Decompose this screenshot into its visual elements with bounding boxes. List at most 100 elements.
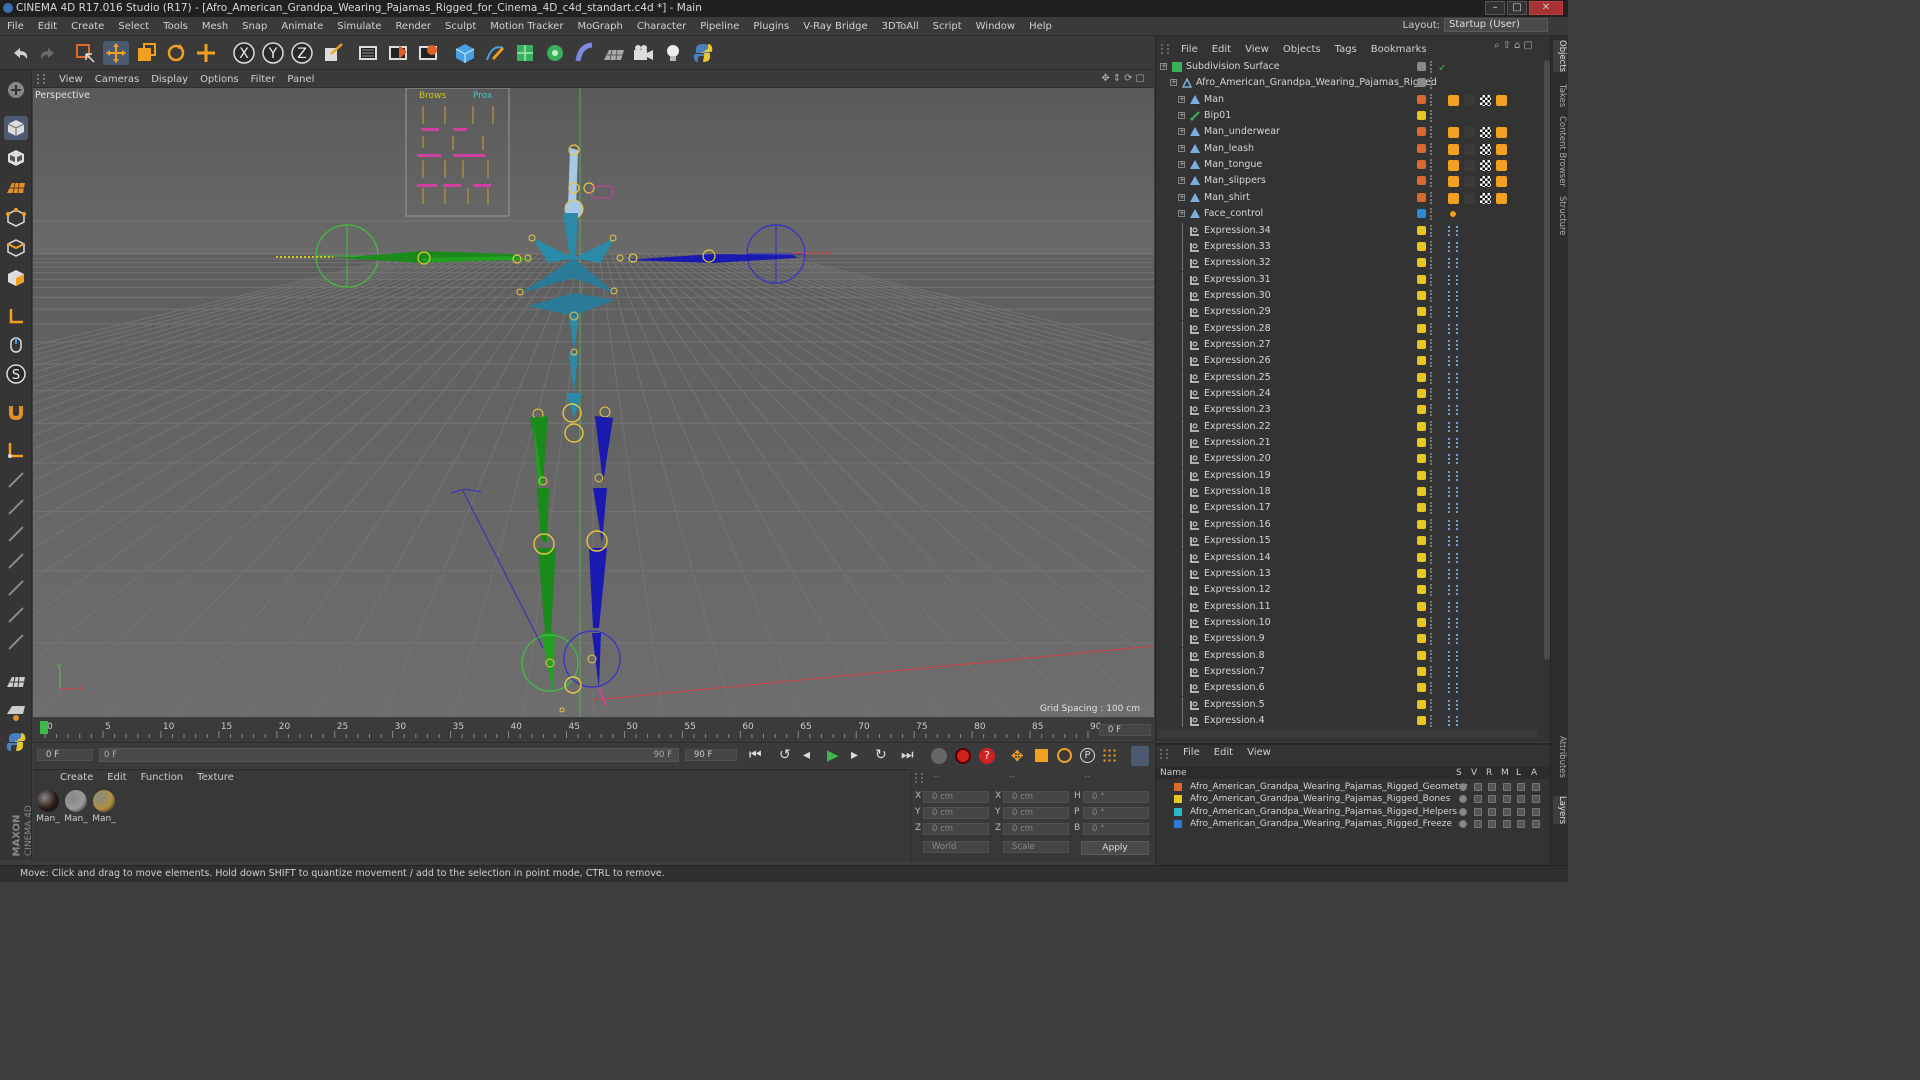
workplane-mode-button[interactable] [4, 176, 28, 200]
size-field[interactable]: 0 cm [1003, 791, 1069, 803]
viewport-menu-options[interactable]: Options [194, 74, 245, 85]
object-row[interactable]: Expression.10 [1156, 614, 1541, 631]
visibility-dots-icon[interactable] [1430, 535, 1434, 548]
xpresso-tag-icon[interactable] [1448, 470, 1458, 481]
position-field[interactable]: 0 cm [923, 823, 989, 835]
visibility-dots-icon[interactable] [1430, 126, 1434, 139]
model-mode-button[interactable] [4, 116, 28, 140]
object-row[interactable]: + Man_shirt [1156, 190, 1541, 206]
object-row[interactable]: + Afro_American_Grandpa_Wearing_Pajamas_R… [1156, 75, 1541, 91]
expand-toggle-icon[interactable]: + [1178, 128, 1185, 136]
layer-toggle-icon[interactable] [1488, 819, 1496, 828]
layer-toggle-icon[interactable] [1517, 795, 1525, 804]
menu-3dtoall[interactable]: 3DToAll [875, 21, 926, 32]
object-row[interactable]: Expression.22 [1156, 418, 1541, 435]
object-row[interactable]: + Man_tongue [1156, 157, 1541, 173]
play-button[interactable]: ▶ [827, 746, 839, 764]
apply-button[interactable]: Apply [1081, 841, 1149, 855]
record-keyframes-button[interactable] [955, 748, 971, 764]
object-row[interactable]: Expression.34 [1156, 222, 1541, 239]
expand-toggle-icon[interactable]: + [1178, 177, 1185, 185]
menu-mograph[interactable]: MoGraph [570, 21, 629, 32]
dock-tab-takes[interactable]: Takes [1553, 84, 1567, 107]
layer-color-swatch[interactable] [1417, 176, 1426, 186]
visibility-dots-icon[interactable] [1430, 388, 1434, 400]
object-row[interactable]: Expression.20 [1156, 451, 1541, 468]
viewport-nav-icons[interactable]: ✥⇕⟳▢ [1101, 73, 1148, 84]
visibility-dots-icon[interactable] [1430, 715, 1434, 727]
perspective-viewport[interactable]: Brows Prox Y X Perspective Grid Spacing … [33, 88, 1154, 717]
xpresso-tag-icon[interactable] [1448, 454, 1458, 465]
material-tag-icon[interactable] [1464, 94, 1475, 106]
dock-tab-objects[interactable]: Objects [1553, 40, 1567, 73]
object-row[interactable]: Expression.21 [1156, 435, 1541, 452]
material-tag-icon[interactable] [1448, 176, 1459, 188]
xpresso-tag-icon[interactable] [1448, 339, 1458, 350]
visibility-dots-icon[interactable] [1430, 93, 1434, 106]
axis-mode-button[interactable] [4, 304, 28, 328]
visibility-dots-icon[interactable] [1430, 616, 1434, 629]
render-settings-button[interactable] [415, 41, 441, 65]
object-row[interactable]: Expression.23 [1156, 402, 1541, 419]
visibility-dots-icon[interactable] [1430, 208, 1434, 221]
layer-menu-view[interactable]: View [1240, 747, 1278, 758]
dock-tab-content-browser[interactable]: Content Browser [1553, 116, 1567, 187]
next-frame-button[interactable]: ▸ [851, 747, 858, 763]
visibility-dots-icon[interactable] [1430, 682, 1434, 695]
layer-toggle-icon[interactable] [1517, 807, 1525, 816]
layer-row[interactable]: Afro_American_Grandpa_Wearing_Pajamas_Ri… [1174, 793, 1540, 805]
material-tag-icon[interactable] [1496, 176, 1507, 188]
material-tag-icon[interactable] [1464, 192, 1475, 204]
transform-tool-button[interactable] [193, 41, 219, 65]
xpresso-tag-icon[interactable] [1448, 405, 1458, 416]
timeline-playhead[interactable] [40, 721, 48, 734]
visibility-dots-icon[interactable] [1430, 159, 1434, 172]
layer-column-a[interactable]: A [1531, 767, 1537, 779]
menu-pipeline[interactable]: Pipeline [693, 21, 746, 32]
visibility-dots-icon[interactable] [1430, 600, 1434, 613]
material-tag-icon[interactable] [1464, 143, 1475, 155]
layer-color-swatch[interactable] [1417, 552, 1426, 562]
object-row[interactable]: Expression.16 [1156, 516, 1541, 533]
layer-color-swatch[interactable] [1417, 372, 1426, 382]
layer-color-swatch[interactable] [1417, 111, 1426, 121]
position-field[interactable]: 0 cm [923, 791, 989, 803]
visibility-dots-icon[interactable] [1430, 371, 1434, 384]
object-row[interactable]: Expression.6 [1156, 680, 1541, 697]
xpresso-tag-icon[interactable] [1448, 683, 1458, 694]
layer-toggle-icon[interactable] [1531, 807, 1540, 816]
motion-record-button[interactable] [931, 748, 947, 764]
brush-tool-7-button[interactable] [4, 630, 28, 654]
previous-key-button[interactable]: ↺ [779, 747, 791, 763]
end-frame-field[interactable]: 90 F [685, 749, 737, 761]
object-row[interactable]: + Man [1156, 92, 1541, 108]
live-selection-button[interactable] [72, 41, 98, 65]
material-menu-function[interactable]: Function [134, 772, 191, 783]
floor-environment-button[interactable] [601, 41, 627, 65]
menu-script[interactable]: Script [926, 21, 969, 32]
material-tag-icon[interactable] [1480, 143, 1491, 155]
visibility-dots-icon[interactable] [1430, 224, 1434, 237]
y-axis-lock-button[interactable]: Y [260, 41, 286, 65]
visibility-dots-icon[interactable] [1430, 584, 1434, 597]
layer-color-swatch[interactable] [1417, 307, 1426, 317]
minimize-button[interactable]: – [1485, 1, 1505, 15]
expand-toggle-icon[interactable]: + [1178, 95, 1185, 103]
layer-color-swatch[interactable] [1174, 819, 1182, 828]
layer-row[interactable]: Afro_American_Grandpa_Wearing_Pajamas_Ri… [1174, 781, 1540, 793]
object-row[interactable]: Expression.4 [1156, 713, 1541, 727]
menu-help[interactable]: Help [1022, 21, 1059, 32]
layer-column-l[interactable]: L [1516, 767, 1521, 779]
menu-motion-tracker[interactable]: Motion Tracker [483, 21, 570, 32]
object-row[interactable]: Expression.25 [1156, 369, 1541, 386]
x-axis-lock-button[interactable]: X [231, 41, 257, 65]
layer-column-m[interactable]: M [1501, 767, 1509, 779]
xpresso-tag-icon[interactable] [1448, 389, 1458, 399]
object-row[interactable]: + Man_underwear [1156, 124, 1541, 140]
layer-toggle-icon[interactable] [1502, 783, 1511, 791]
visibility-dots-icon[interactable] [1430, 338, 1434, 351]
layer-color-swatch[interactable] [1417, 192, 1426, 202]
object-row[interactable]: Expression.7 [1156, 663, 1541, 680]
xpresso-tag-icon[interactable] [1448, 487, 1458, 498]
object-row[interactable]: Expression.24 [1156, 386, 1541, 402]
